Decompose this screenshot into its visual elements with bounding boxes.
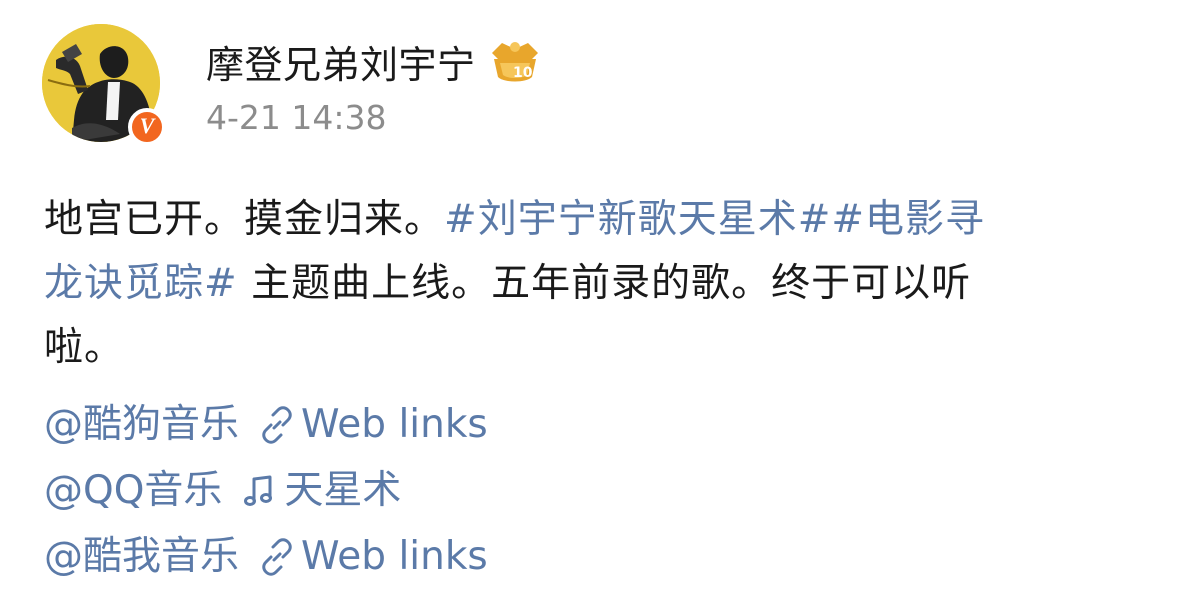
vip-level-text: 10 bbox=[513, 65, 533, 81]
author-row: 摩登兄弟刘宇宁 10 bbox=[206, 34, 544, 88]
content-text-2: 主题曲上线。五年前录的歌。终于可以听 bbox=[237, 261, 972, 306]
post-timestamp: 4-21 14:38 bbox=[206, 98, 387, 137]
hashtag-link[interactable]: #刘宇宁新歌天星术# bbox=[444, 197, 831, 242]
avatar-container[interactable]: V bbox=[42, 24, 168, 150]
mention-link[interactable]: @酷狗音乐 bbox=[44, 392, 239, 458]
mention-link[interactable]: @QQ音乐 bbox=[44, 458, 222, 524]
content-text-1: 地宫已开。摸金归来。 bbox=[44, 197, 445, 242]
verified-badge-icon: V bbox=[128, 108, 166, 146]
song-link[interactable]: 天星术 bbox=[284, 458, 401, 524]
link-icon bbox=[262, 406, 292, 444]
post-content: 地宫已开。摸金归来。#刘宇宁新歌天星术##电影寻 龙诀觅踪# 主题曲上线。五年前… bbox=[44, 188, 1144, 380]
link-row-kugou: @酷狗音乐 Web links bbox=[44, 392, 488, 458]
content-line-2: 龙诀觅踪# 主题曲上线。五年前录的歌。终于可以听 bbox=[44, 252, 1144, 316]
link-icon bbox=[262, 538, 292, 576]
link-list: @酷狗音乐 Web links @QQ音乐 天星术 @酷我音乐 Web link… bbox=[44, 392, 488, 590]
web-link[interactable]: Web links bbox=[301, 524, 488, 590]
web-link[interactable]: Web links bbox=[301, 392, 488, 458]
content-line-1: 地宫已开。摸金归来。#刘宇宁新歌天星术##电影寻 bbox=[44, 188, 1144, 252]
hashtag-link[interactable]: #电影寻 bbox=[831, 197, 985, 242]
link-row-kuwo: @酷我音乐 Web links bbox=[44, 524, 488, 590]
hashtag-link[interactable]: 龙诀觅踪# bbox=[44, 261, 238, 306]
music-note-icon bbox=[244, 475, 273, 506]
content-line-3: 啦。 bbox=[44, 316, 1144, 380]
vip-level-badge-icon[interactable]: 10 bbox=[486, 37, 544, 85]
link-row-qq: @QQ音乐 天星术 bbox=[44, 458, 488, 524]
content-text-3: 啦。 bbox=[44, 325, 125, 370]
post-header: V 摩登兄弟刘宇宁 10 4-21 14:38 bbox=[0, 0, 1179, 160]
mention-link[interactable]: @酷我音乐 bbox=[44, 524, 239, 590]
author-name[interactable]: 摩登兄弟刘宇宁 bbox=[206, 34, 476, 89]
verified-mark: V bbox=[139, 113, 155, 138]
